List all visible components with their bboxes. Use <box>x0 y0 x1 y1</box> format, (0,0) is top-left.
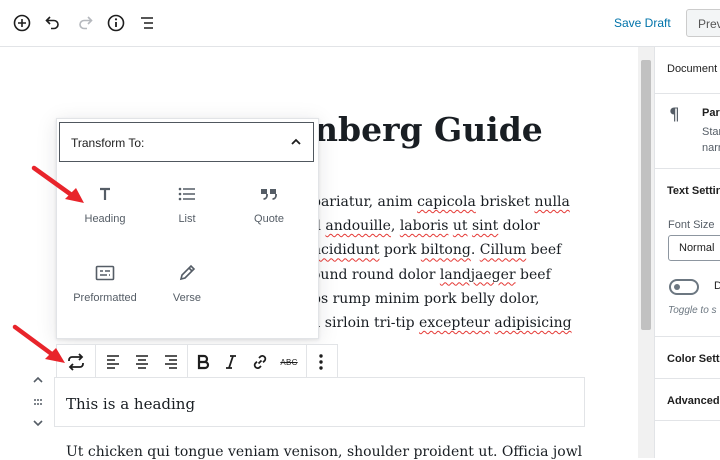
paragraph-line: d andouille, laboris ut sint dolor <box>312 218 540 234</box>
transform-preformatted[interactable]: Preformatted <box>65 261 145 327</box>
drop-cap-label: D <box>714 280 720 292</box>
toolbar-separator <box>187 345 188 377</box>
transform-quote[interactable]: Quote <box>229 182 309 248</box>
list-icon <box>175 182 199 206</box>
transform-preformatted-label: Preformatted <box>73 292 137 304</box>
outline-icon[interactable] <box>135 11 159 35</box>
divider <box>655 336 720 337</box>
align-center-icon[interactable] <box>130 350 154 374</box>
chevron-up-icon[interactable] <box>289 135 303 154</box>
move-down-icon[interactable] <box>28 414 48 432</box>
transform-quote-label: Quote <box>254 213 284 225</box>
block-description-line-2: narr <box>702 142 720 154</box>
italic-icon[interactable] <box>219 350 243 374</box>
misspelled-word: sint <box>471 218 499 235</box>
toolbar-separator <box>306 345 307 377</box>
divider <box>655 378 720 379</box>
text-run: ound round dolor <box>312 266 440 283</box>
transform-menu-title: Transform To: <box>71 136 145 150</box>
toggle-knob <box>674 284 680 290</box>
text-run: beef <box>515 266 551 283</box>
misspelled-word: capicola <box>417 194 476 210</box>
toggle-help-text: Toggle to s <box>668 305 717 316</box>
toolbar-separator <box>95 345 96 377</box>
misspelled-word: biltong <box>420 242 471 259</box>
transform-menu-header[interactable]: Transform To: <box>59 122 314 162</box>
transform-menu: Transform To: Heading List Quote Preform… <box>56 118 319 339</box>
text-run: dolor <box>498 218 540 235</box>
verse-icon <box>175 261 199 285</box>
align-left-icon[interactable] <box>101 350 125 374</box>
editor-header: Save Draft Preview <box>0 0 720 47</box>
font-size-value: Normal <box>679 242 715 254</box>
add-block-icon[interactable] <box>10 11 34 35</box>
strikethrough-icon[interactable]: ABC <box>277 350 301 374</box>
block-description-line-1: Star <box>702 126 720 138</box>
redo-icon[interactable] <box>73 11 97 35</box>
paragraph-line: bs rump minim pork belly dolor, <box>312 291 539 307</box>
transform-verse[interactable]: Verse <box>147 261 227 327</box>
transform-verse-label: Verse <box>172 292 202 304</box>
post-title[interactable]: nberg Guide <box>314 110 543 149</box>
drag-handle-icon[interactable] <box>28 393 48 411</box>
paragraph-line: ncididunt pork biltong. Cillum beef <box>312 242 561 258</box>
misspelled-word: andouille <box>325 218 391 235</box>
divider <box>655 168 720 169</box>
text-run: beef <box>526 242 562 259</box>
block-toolbar: ABC <box>56 344 338 378</box>
misspelled-word: ncididunt <box>312 242 380 259</box>
font-size-select[interactable]: Normal <box>668 235 720 261</box>
align-right-icon[interactable] <box>159 350 183 374</box>
misspelled-word: excepteur <box>419 315 490 331</box>
misspelled-word: landjaeger <box>439 266 516 283</box>
misspelled-word: nulla <box>534 194 570 210</box>
transform-list-label: List <box>178 213 196 225</box>
misspelled-word: Cillum <box>479 242 527 259</box>
paragraph-line: ound round dolor landjaeger beef <box>312 267 551 283</box>
text-run: a sirloin tri-tip <box>312 315 420 331</box>
preview-button[interactable]: Preview <box>686 9 720 37</box>
text-run: brisket <box>475 194 535 210</box>
color-settings-panel-toggle[interactable]: Color Setti <box>667 353 720 365</box>
text-run: pariatur, anim <box>312 194 418 210</box>
divider <box>655 420 720 421</box>
misspelled-word: laboris <box>399 218 449 235</box>
paragraph-line: a sirloin tri-tip excepteur adipisicing <box>312 315 572 331</box>
scrollbar-thumb[interactable] <box>641 60 651 330</box>
bold-icon[interactable] <box>191 350 215 374</box>
annotation-arrow-transform <box>12 324 65 363</box>
transform-list[interactable]: List <box>147 182 227 248</box>
advanced-panel-toggle[interactable]: Advanced <box>667 395 720 407</box>
paragraph-line: pariatur, anim capicola brisket nulla <box>312 194 570 210</box>
text-run: bs rump minim pork belly dolor, <box>312 290 540 307</box>
annotation-arrow-heading <box>31 165 84 203</box>
tab-document[interactable]: Document <box>667 63 717 75</box>
text-run: . <box>470 242 480 259</box>
drop-cap-toggle[interactable] <box>669 279 699 295</box>
link-icon[interactable] <box>248 350 272 374</box>
info-icon[interactable] <box>104 11 128 35</box>
preformatted-icon <box>93 261 117 285</box>
block-name: Para <box>702 107 720 119</box>
misspelled-word: ut <box>452 218 468 235</box>
settings-sidebar: Document ¶ Para Star narr Text Setting F… <box>654 47 720 458</box>
more-options-icon[interactable] <box>309 350 333 374</box>
transform-heading-label: Heading <box>84 213 126 225</box>
misspelled-word: adipisicing <box>494 315 572 331</box>
text-run: pork <box>379 242 421 259</box>
divider <box>655 93 720 94</box>
heading-block-text[interactable]: This is a heading <box>66 395 195 413</box>
font-size-label: Font Size <box>668 219 715 231</box>
move-up-icon[interactable] <box>28 371 48 389</box>
quote-icon <box>257 182 281 206</box>
heading-icon <box>93 182 117 206</box>
undo-icon[interactable] <box>41 11 65 35</box>
save-draft-link[interactable]: Save Draft <box>614 16 671 30</box>
text-run: , <box>390 218 400 235</box>
paragraph-block-icon: ¶ <box>669 105 680 125</box>
heading-block[interactable]: This is a heading <box>54 377 585 427</box>
text-settings-panel-toggle[interactable]: Text Setting <box>667 185 720 197</box>
